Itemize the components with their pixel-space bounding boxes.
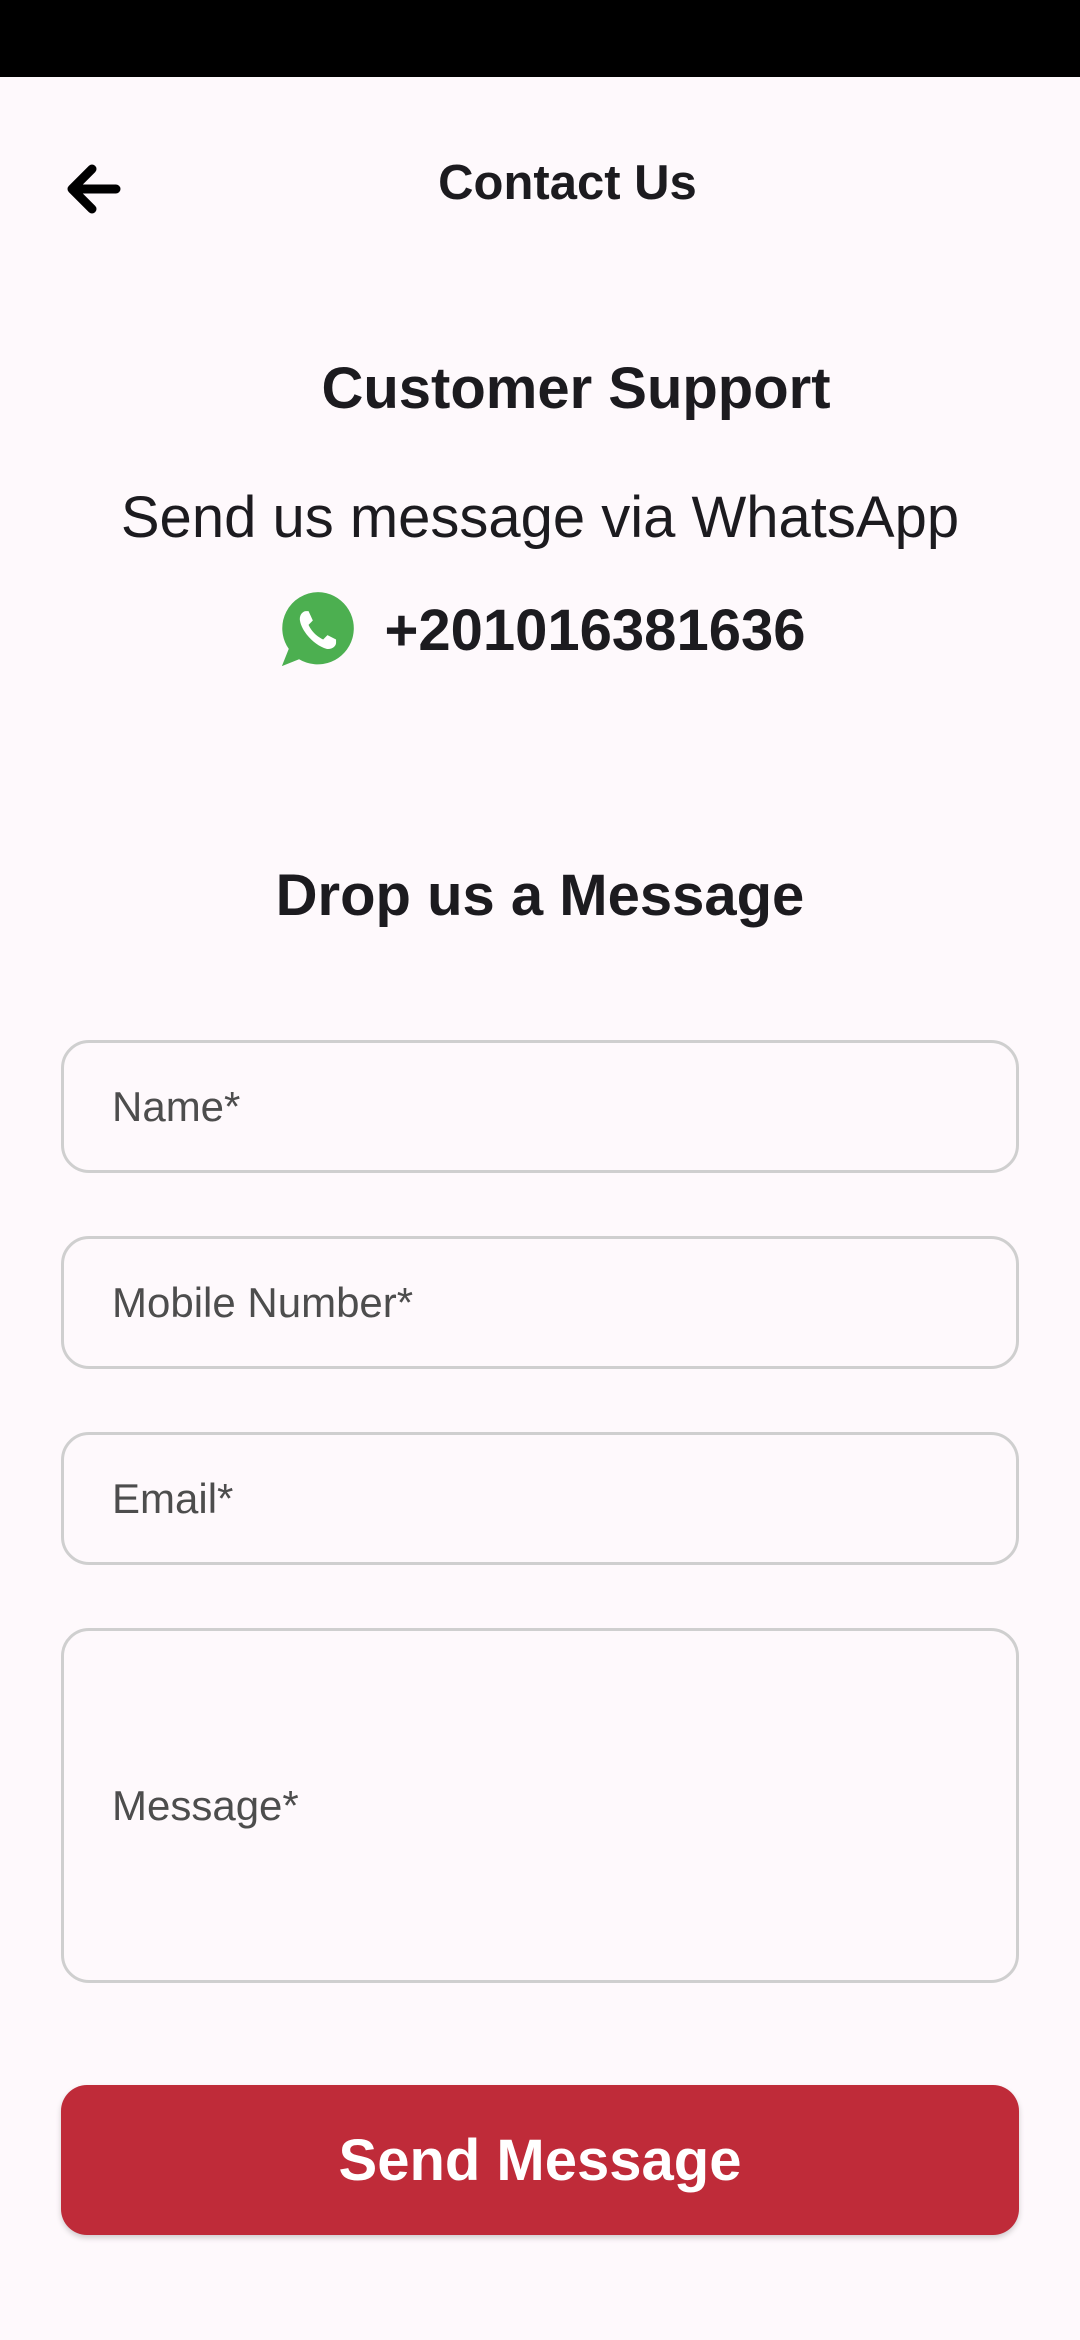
send-message-button[interactable]: Send Message: [61, 2085, 1019, 2235]
support-subtitle: Send us message via WhatsApp: [120, 485, 960, 550]
mobile-number-field[interactable]: [61, 1236, 1019, 1369]
form-title: Drop us a Message: [275, 863, 805, 928]
whatsapp-contact[interactable]: +201016381636: [0, 585, 1080, 675]
page-title: Contact Us: [438, 156, 697, 210]
whatsapp-number: +201016381636: [384, 597, 806, 663]
message-field[interactable]: [61, 1628, 1019, 1983]
email-field[interactable]: [61, 1432, 1019, 1565]
app-bar: Contact Us: [0, 77, 1080, 297]
name-field[interactable]: [61, 1040, 1019, 1173]
whatsapp-icon: [281, 592, 354, 667]
support-title: Customer Support: [321, 356, 831, 421]
status-bar: [0, 0, 1080, 77]
